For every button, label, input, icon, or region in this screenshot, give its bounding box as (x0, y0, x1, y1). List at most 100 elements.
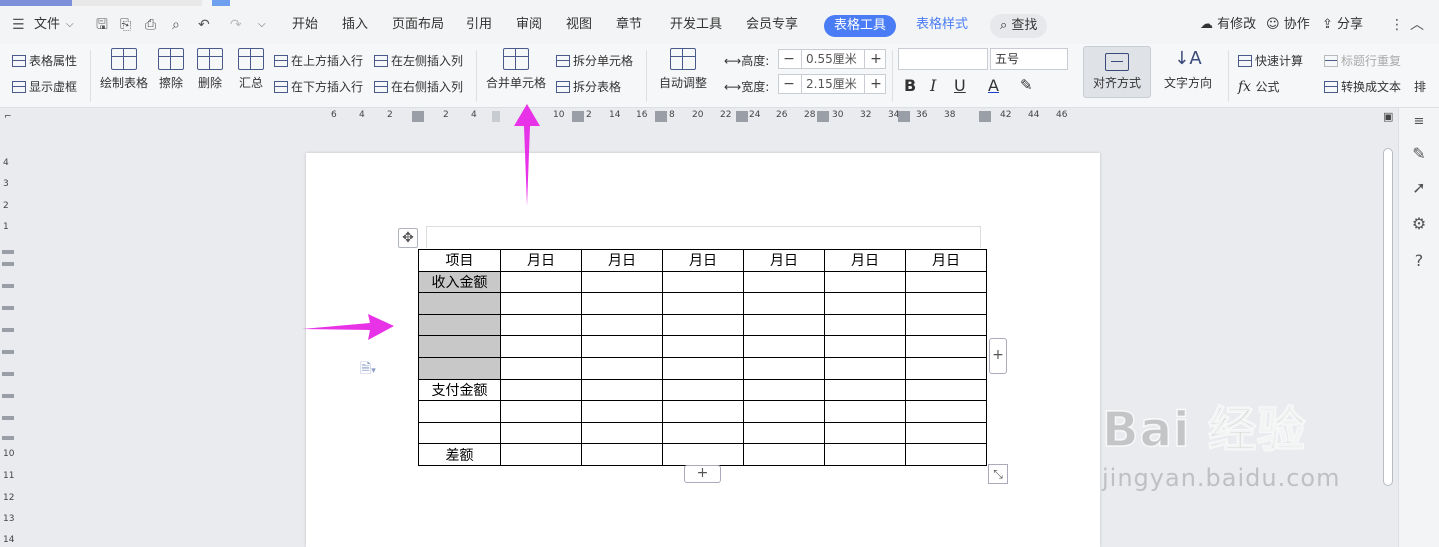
table-cell[interactable] (743, 356, 825, 380)
table-cell[interactable] (500, 421, 582, 445)
ruler-marker[interactable] (2, 328, 14, 332)
tab-start[interactable]: 开始 (292, 6, 318, 44)
table-cell[interactable] (662, 378, 744, 402)
table-cell[interactable] (662, 292, 744, 315)
table-cell[interactable] (824, 443, 906, 466)
ruler-marker[interactable] (655, 111, 667, 122)
table-cell[interactable] (662, 356, 744, 380)
header-cell[interactable]: 月日 (581, 249, 663, 272)
delete-button[interactable]: 删除 (192, 48, 228, 91)
table-cell[interactable] (662, 400, 744, 423)
print-preview-icon[interactable]: ⌕ (172, 6, 180, 44)
header-cell[interactable]: 月日 (905, 249, 987, 272)
table-cell[interactable] (418, 335, 501, 358)
repeat-header-button[interactable]: 标题行重复 (1324, 52, 1401, 69)
table-cell[interactable] (581, 270, 663, 294)
minus-icon[interactable]: − (779, 75, 799, 93)
plus-icon[interactable]: + (866, 75, 886, 93)
width-value[interactable]: 2.15厘米 (801, 75, 865, 93)
add-column-button[interactable]: + (989, 338, 1007, 374)
table-cell[interactable] (581, 400, 663, 423)
convert-text-button[interactable]: 转换成文本 (1324, 78, 1401, 95)
table-cell[interactable] (500, 270, 582, 294)
draw-table-button[interactable]: 绘制表格 (98, 48, 150, 91)
quick-calc-button[interactable]: 快速计算 (1238, 52, 1303, 69)
auto-fit-button[interactable]: 自动调整 (654, 48, 712, 91)
insert-row-above-button[interactable]: 在上方插入行 (274, 52, 363, 69)
more-icon[interactable]: ⋮ (1390, 6, 1404, 44)
panel-menu-icon[interactable]: ≡ (1409, 112, 1429, 132)
underline-button[interactable]: U (954, 76, 966, 95)
table-cell[interactable] (905, 313, 987, 337)
table-cell[interactable] (581, 378, 663, 402)
ruler-marker[interactable] (2, 284, 14, 288)
table-cell[interactable] (581, 292, 663, 315)
select-cursor-icon[interactable]: ➚ (1409, 178, 1429, 198)
table-cell[interactable] (743, 400, 825, 423)
scrollbar-thumb[interactable] (1383, 148, 1393, 486)
search-button[interactable]: ⌕ 查找 (990, 14, 1048, 38)
table-cell[interactable] (418, 356, 501, 380)
table-cell[interactable] (905, 421, 987, 445)
table-cell[interactable] (500, 356, 582, 380)
table-cell[interactable] (824, 400, 906, 423)
table-cell[interactable] (824, 378, 906, 402)
table-cell[interactable] (905, 400, 987, 423)
vertical-ruler[interactable]: 4 3 2 1 10 11 12 13 14 (0, 126, 18, 547)
table-cell[interactable] (743, 443, 825, 466)
table-cell[interactable] (418, 400, 501, 423)
table-cell[interactable] (500, 378, 582, 402)
table-cell[interactable]: 收入金额 (418, 270, 501, 294)
vertical-scrollbar[interactable] (1381, 126, 1395, 547)
header-cell[interactable]: 月日 (743, 249, 825, 272)
ruler-marker[interactable] (2, 350, 14, 354)
table-cell[interactable] (581, 335, 663, 358)
table-cell[interactable] (824, 335, 906, 358)
ruler-marker[interactable] (2, 372, 14, 376)
table-cell[interactable] (581, 313, 663, 337)
tab-member[interactable]: 会员专享 (746, 6, 798, 44)
add-row-button[interactable]: + (684, 465, 721, 483)
table-cell[interactable] (662, 270, 744, 294)
ruler-marker[interactable] (492, 111, 500, 122)
table-cell[interactable] (418, 292, 501, 315)
table-resize-icon[interactable]: ⤡ (988, 464, 1008, 484)
table-props-button[interactable]: 表格属性 (12, 52, 77, 69)
minus-icon[interactable]: − (779, 50, 799, 68)
insert-col-right-button[interactable]: 在右侧插入列 (374, 78, 463, 95)
table-cell[interactable] (743, 335, 825, 358)
table-cell[interactable] (743, 313, 825, 337)
show-grid-button[interactable]: 显示虚框 (12, 78, 77, 95)
text-direction-button[interactable]: ↓A 文字方向 (1158, 48, 1218, 91)
ruler-marker[interactable] (979, 111, 991, 122)
table-cell[interactable] (581, 421, 663, 445)
font-name-select[interactable] (898, 48, 988, 70)
ruler-marker[interactable] (817, 111, 829, 122)
table-cell[interactable] (418, 421, 501, 445)
header-cell[interactable]: 月日 (662, 249, 744, 272)
height-spinner[interactable]: − 0.55厘米 + (778, 49, 886, 69)
erase-button[interactable]: 擦除 (157, 48, 185, 91)
paragraph-menu-icon[interactable]: 🗎▾ (360, 358, 376, 382)
more-ribbon-button[interactable]: 排 (1414, 78, 1426, 95)
print-icon[interactable]: ⎙ (145, 6, 156, 44)
align-button[interactable]: 对齐方式 (1083, 46, 1151, 98)
ruler-marker[interactable] (412, 111, 424, 122)
split-cells-button[interactable]: 拆分单元格 (556, 52, 633, 69)
split-table-button[interactable]: 拆分表格 (556, 78, 621, 95)
customize-icon[interactable]: ⌵ (258, 6, 266, 44)
tab-developer[interactable]: 开发工具 (670, 6, 722, 44)
table-cell[interactable] (824, 292, 906, 315)
table-cell[interactable] (581, 356, 663, 380)
tab-insert[interactable]: 插入 (342, 6, 368, 44)
header-cell[interactable]: 月日 (824, 249, 906, 272)
header-cell[interactable]: 项目 (418, 249, 501, 272)
table-cell[interactable] (662, 443, 744, 466)
plus-icon[interactable]: + (866, 50, 886, 68)
table-cell[interactable] (905, 356, 987, 380)
font-color-button[interactable]: A (988, 76, 999, 95)
tab-stop-icon[interactable]: ⌐ (4, 112, 12, 122)
ruler-marker[interactable] (2, 250, 14, 254)
table-cell[interactable]: 支付金额 (418, 378, 501, 402)
table-cell[interactable] (662, 313, 744, 337)
